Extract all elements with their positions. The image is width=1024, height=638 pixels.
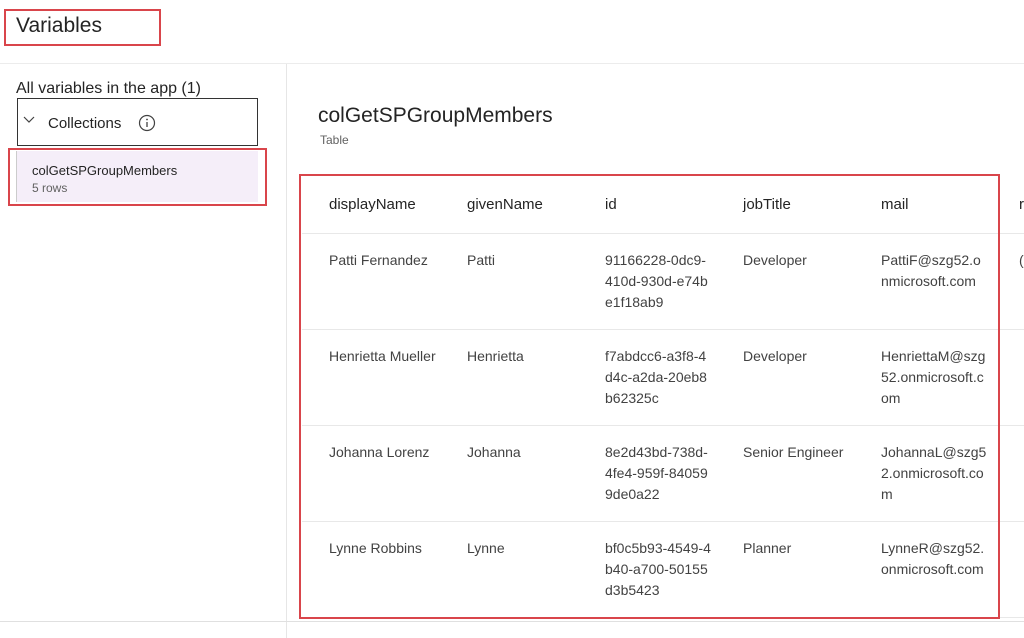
column-header[interactable]: jobTitle bbox=[716, 175, 854, 234]
collection-item-name: colGetSPGroupMembers bbox=[32, 163, 178, 178]
table-cell: Senior Engineer bbox=[716, 425, 854, 522]
table-cell: Johanna bbox=[440, 425, 578, 522]
collections-group-header[interactable]: Collections bbox=[17, 98, 258, 146]
table-row: Johanna Lorenz Johanna 8e2d43bd-738d-4fe… bbox=[302, 425, 1024, 522]
table-header-row: displayName givenName id jobTitle mail r bbox=[302, 175, 1024, 234]
table-cell: ( bbox=[992, 233, 1024, 330]
info-icon[interactable] bbox=[138, 114, 156, 132]
table-cell: Lynne bbox=[440, 521, 578, 618]
collection-item-colGetSPGroupMembers[interactable]: colGetSPGroupMembers 5 rows bbox=[16, 151, 258, 202]
page-title: Variables bbox=[16, 14, 102, 37]
table-cell: 8e2d43bd-738d-4fe4-959f-840599de0a22 bbox=[578, 425, 716, 522]
column-header[interactable]: r bbox=[992, 175, 1024, 234]
table-row: Henrietta Mueller Henrietta f7abdcc6-a3f… bbox=[302, 329, 1024, 426]
table-cell: Johanna Lorenz bbox=[302, 425, 440, 522]
table-cell: bf0c5b93-4549-4b40-a700-50155d3b5423 bbox=[578, 521, 716, 618]
table-cell: 91166228-0dc9-410d-930d-e74be1f18ab9 bbox=[578, 233, 716, 330]
table-cell: Henrietta Mueller bbox=[302, 329, 440, 426]
collection-item-row-count: 5 rows bbox=[32, 181, 68, 195]
collection-title: colGetSPGroupMembers bbox=[318, 104, 553, 127]
table-cell: Lynne Robbins bbox=[302, 521, 440, 618]
column-header[interactable]: givenName bbox=[440, 175, 578, 234]
all-variables-heading: All variables in the app (1) bbox=[16, 80, 201, 97]
column-header[interactable]: mail bbox=[854, 175, 992, 234]
table-cell: Planner bbox=[716, 521, 854, 618]
table-cell bbox=[992, 521, 1024, 618]
collection-data-table: displayName givenName id jobTitle mail r… bbox=[302, 175, 1024, 618]
collection-type-label: Table bbox=[320, 133, 349, 147]
table-cell: Developer bbox=[716, 233, 854, 330]
collections-label: Collections bbox=[48, 115, 122, 132]
table-cell: Patti bbox=[440, 233, 578, 330]
table-cell: JohannaL@szg52.onmicrosoft.com bbox=[854, 425, 992, 522]
bottom-divider bbox=[0, 621, 1024, 622]
table-cell bbox=[992, 425, 1024, 522]
table-cell: LynneR@szg52.onmicrosoft.com bbox=[854, 521, 992, 618]
chevron-down-icon[interactable] bbox=[22, 112, 36, 126]
table-cell: Henrietta bbox=[440, 329, 578, 426]
table-cell: Patti Fernandez bbox=[302, 233, 440, 330]
table-cell: Developer bbox=[716, 329, 854, 426]
table-cell: PattiF@szg52.onmicrosoft.com bbox=[854, 233, 992, 330]
table-cell: f7abdcc6-a3f8-4d4c-a2da-20eb8b62325c bbox=[578, 329, 716, 426]
column-header[interactable]: id bbox=[578, 175, 716, 234]
table-row: Lynne Robbins Lynne bf0c5b93-4549-4b40-a… bbox=[302, 521, 1024, 618]
collection-data-table-container[interactable]: displayName givenName id jobTitle mail r… bbox=[302, 175, 1024, 620]
column-header[interactable]: displayName bbox=[302, 175, 440, 234]
table-cell bbox=[992, 329, 1024, 426]
table-row: Patti Fernandez Patti 91166228-0dc9-410d… bbox=[302, 233, 1024, 330]
table-cell: HenriettaM@szg52.onmicrosoft.com bbox=[854, 329, 992, 426]
